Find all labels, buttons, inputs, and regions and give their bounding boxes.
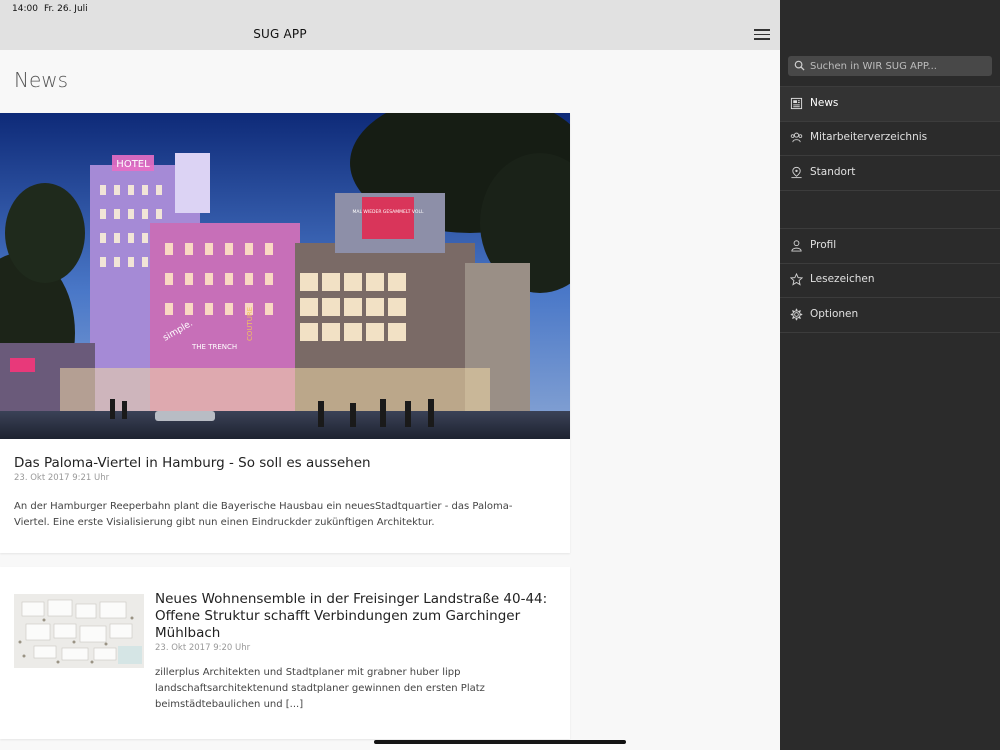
- sidebar-item-label: Standort: [810, 166, 856, 178]
- sidebar-item-label: Optionen: [810, 308, 859, 320]
- hamburger-menu-icon[interactable]: [754, 26, 770, 40]
- sidebar-item-lesezeichen[interactable]: Lesezeichen: [780, 263, 1000, 298]
- home-indicator[interactable]: [374, 740, 626, 744]
- status-time: 14:00: [12, 4, 38, 14]
- hotel-sign-text: HOTEL: [116, 159, 150, 170]
- main-panel: 14:00 Fr. 26. Juli SUG APP News HOTEL TH…: [0, 0, 780, 750]
- the-trench-sign-text: THE TRENCH: [191, 343, 237, 351]
- sidebar-item-label: Mitarbeiterverzeichnis: [810, 131, 928, 143]
- paloma-viertel-illustration: HOTEL THE TRENCH simple. COUTURE MAL WIE…: [0, 113, 570, 439]
- sidebar-item-mitarbeiterverzeichnis[interactable]: Mitarbeiterverzeichnis: [780, 121, 1000, 156]
- nav-bar: SUG APP: [0, 18, 780, 50]
- sidebar-item-news[interactable]: News: [780, 86, 1000, 122]
- article-excerpt: zillerplus Architekten und Stadtplaner m…: [155, 667, 485, 710]
- status-bar: 14:00 Fr. 26. Juli: [0, 0, 780, 18]
- article-image[interactable]: HOTEL THE TRENCH simple. COUTURE MAL WIE…: [0, 113, 570, 439]
- sidebar-item-profil[interactable]: Profil: [780, 228, 1000, 264]
- page-title: News: [14, 68, 69, 92]
- article-card[interactable]: HOTEL THE TRENCH simple. COUTURE MAL WIE…: [0, 113, 570, 553]
- article-card[interactable]: Neues Wohnensemble in der Freisinger Lan…: [0, 567, 570, 739]
- sidebar-item-label: Profil: [810, 239, 837, 251]
- architecture-model-illustration: [14, 594, 144, 668]
- billboard-text: MAL WIEDER GESAMMELT VOLL: [353, 209, 424, 215]
- map-pin-icon: [791, 166, 802, 179]
- sidebar-item-label: News: [810, 97, 839, 109]
- sidebar-status-bar: [780, 0, 1000, 18]
- article-date: 23. Okt 2017 9:20 Uhr: [155, 643, 251, 653]
- article-thumbnail[interactable]: [14, 594, 144, 668]
- sidebar-item-optionen[interactable]: Optionen: [780, 298, 1000, 333]
- search-box[interactable]: [788, 56, 992, 76]
- app-title: SUG APP: [253, 27, 307, 41]
- sidebar: News Mitarbeiterverzeichnis Standort Pro…: [780, 0, 1000, 750]
- person-icon: [791, 240, 802, 252]
- article-title[interactable]: Das Paloma-Viertel in Hamburg - So soll …: [14, 455, 371, 471]
- article-title[interactable]: Neues Wohnensemble in der Freisinger Lan…: [155, 591, 555, 642]
- status-date: Fr. 26. Juli: [44, 4, 88, 14]
- star-icon: [790, 273, 803, 286]
- search-icon: [794, 60, 805, 71]
- gear-icon: [790, 308, 803, 321]
- news-content[interactable]: News HOTEL THE TRENCH simple. COUTURE MA…: [0, 50, 780, 750]
- article-date: 23. Okt 2017 9:21 Uhr: [14, 473, 110, 483]
- article-excerpt: An der Hamburger Reeperbahn plant die Ba…: [14, 501, 513, 528]
- newspaper-icon: [790, 97, 803, 110]
- couture-sign-text: COUTURE: [246, 307, 254, 341]
- sidebar-item-label: Lesezeichen: [810, 273, 875, 285]
- search-input[interactable]: [810, 58, 986, 74]
- people-icon: [790, 132, 803, 143]
- sidebar-item-standort[interactable]: Standort: [780, 156, 1000, 191]
